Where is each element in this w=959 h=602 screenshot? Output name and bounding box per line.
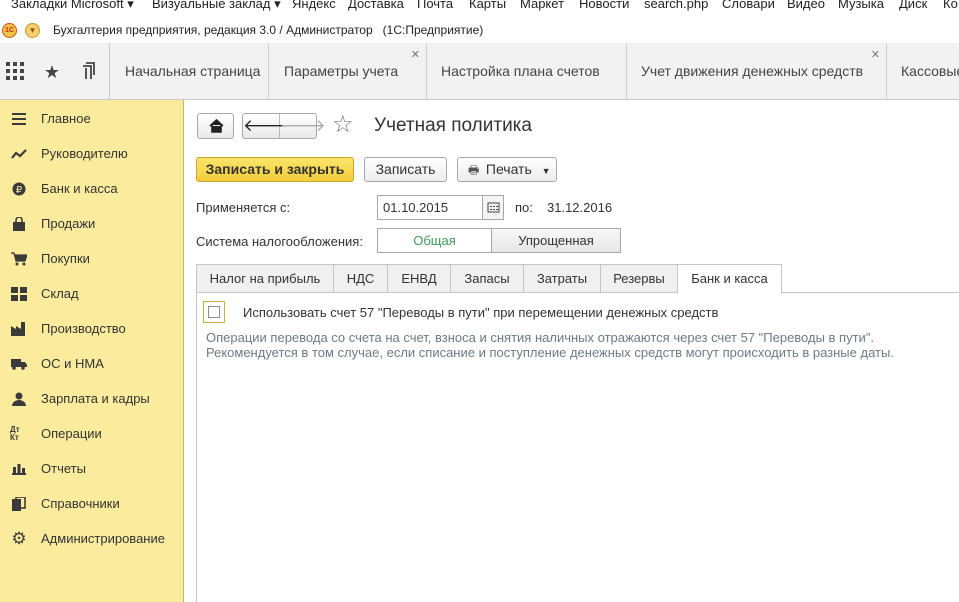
applies-from-date-field[interactable]: 01.10.2015 [377,195,483,220]
sidebar-item-bank-cash[interactable]: ₽ Банк и касса [0,171,183,206]
shopping-bag-icon [10,215,28,233]
bookmark-more[interactable]: Ко [943,0,958,11]
factory-icon [10,320,28,338]
applies-from-label: Применяется с: [196,200,291,215]
sidebar-item-fixed-assets[interactable]: ОС и НМА [0,346,183,381]
sections-sidebar: Главное Руководителю ₽ Банк и касса Прод… [0,100,184,602]
cart-icon [10,250,28,268]
back-arrow-icon[interactable]: 🡐 [243,114,289,138]
add-to-favorites-star-icon[interactable]: ☆ [332,111,354,139]
tax-system-label: Система налогообложения: [196,234,363,249]
main-menu-icon[interactable]: ▾ [25,23,40,38]
page-title: Учетная политика [374,115,532,136]
hint-text-line-2: Рекомендуется в том случае, если списани… [206,345,894,360]
bookmark-visual[interactable]: Визуальные заклад ▾ [152,0,281,12]
sidebar-item-catalogs[interactable]: Справочники [0,486,183,521]
tab-costs[interactable]: Затраты [523,264,601,293]
app-title: Бухгалтерия предприятия, редакция 3.0 / … [53,23,484,37]
bookmark-market[interactable]: Маркет [520,0,564,11]
dropdown-arrow-icon: ▾ [274,0,281,11]
save-button[interactable]: Записать [364,157,447,182]
tab-home-page[interactable]: Начальная страница [111,43,269,100]
tab-income-tax[interactable]: Налог на прибыль [196,264,334,293]
favorites-star-icon[interactable]: ★ [42,62,62,82]
calendar-button[interactable] [482,195,504,220]
sidebar-item-operations[interactable]: Дт Кт Операции [0,416,183,451]
tab-envd[interactable]: ЕНВД [387,264,451,293]
print-button[interactable]: 🖶 Печать ▼ [457,157,557,182]
sidebar-item-administration[interactable]: ⚙ Администрирование [0,521,183,556]
save-and-close-button[interactable]: Записать и закрыть [196,157,354,182]
printer-icon: 🖶 [468,163,480,177]
bookmark-video[interactable]: Видео [787,0,825,11]
history-nav: 🡐 🡒 [242,113,326,139]
warehouse-icon [10,285,28,303]
sidebar-item-warehouse[interactable]: Склад [0,276,183,311]
hint-text-line-1: Операции перевода со счета на счет, взно… [206,330,875,345]
tab-chart-of-accounts[interactable]: Настройка плана счетов [427,43,627,100]
tab-vat[interactable]: НДС [333,264,388,293]
svg-text:₽: ₽ [16,185,23,196]
sidebar-item-main[interactable]: Главное [0,101,183,136]
dropdown-arrow-icon: ▾ [127,0,134,11]
transfers-in-transit-checkbox[interactable] [203,301,225,323]
tab-inventory[interactable]: Запасы [450,264,524,293]
home-button[interactable] [197,113,234,139]
browser-bookmarks-bar: Закладки Microsoft ▾ Визуальные заклад ▾… [0,0,959,13]
truck-icon [10,355,28,373]
bookmark-maps[interactable]: Карты [469,0,506,11]
bar-chart-icon [10,460,28,478]
bookmark-search[interactable]: search.php [644,0,708,11]
history-icon[interactable] [80,62,100,82]
close-icon[interactable]: ✕ [411,50,420,61]
accounting-policy-form: 🡐 🡒 ☆ Учетная политика Записать и закрыт… [184,100,959,602]
person-icon [10,390,28,408]
sidebar-item-reports[interactable]: Отчеты [0,451,183,486]
sidebar-item-salary-hr[interactable]: Зарплата и кадры [0,381,183,416]
dropdown-arrow-icon: ▼ [541,166,551,176]
bookmark-microsoft[interactable]: Закладки Microsoft ▾ [11,0,134,12]
books-icon [10,495,28,513]
bookmark-news[interactable]: Новости [579,0,629,11]
home-icon [209,118,224,133]
menu-lines-icon [10,110,28,128]
bookmark-yandex[interactable]: Яндекс [292,0,336,11]
bookmark-delivery[interactable]: Доставка [348,0,404,11]
close-icon[interactable]: ✕ [871,50,880,61]
bookmark-disk[interactable]: Диск [899,0,927,11]
apps-grid-icon[interactable] [5,62,25,82]
sidebar-item-sales[interactable]: Продажи [0,206,183,241]
tab-cash[interactable]: Кассовые [887,43,959,100]
bookmark-music[interactable]: Музыка [838,0,884,11]
open-windows-bar: ★ Начальная страница Параметры учета ✕ На… [0,43,959,100]
transfers-in-transit-label[interactable]: Использовать счет 57 "Переводы в пути" п… [243,305,718,320]
sidebar-item-purchases[interactable]: Покупки [0,241,183,276]
tax-option-general[interactable]: Общая [377,228,492,253]
dt-kt-icon: Дт Кт [10,424,20,442]
bookmark-mail[interactable]: Почта [417,0,453,11]
bookmark-dictionaries[interactable]: Словари [722,0,775,11]
tab-bank-cash[interactable]: Банк и касса [677,264,782,294]
1c-logo-icon[interactable]: 1С [2,23,17,38]
tab-accounting-parameters[interactable]: Параметры учета ✕ [270,43,427,100]
gear-icon: ⚙ [11,528,27,548]
sidebar-item-director[interactable]: Руководителю [0,136,183,171]
ruble-coin-icon: ₽ [10,180,28,198]
to-label: по: [515,200,533,215]
calendar-icon [487,202,500,213]
trend-chart-icon [10,145,28,163]
section-icons: ★ [0,43,110,100]
forward-arrow-icon[interactable]: 🡒 [280,114,326,138]
tax-option-simplified[interactable]: Упрощенная [491,228,621,253]
app-title-bar: 1С ▾ Бухгалтерия предприятия, редакция 3… [0,19,959,43]
tab-cash-flow[interactable]: Учет движения денежных средств ✕ [627,43,887,100]
tab-reserves[interactable]: Резервы [600,264,678,293]
sidebar-item-production[interactable]: Производство [0,311,183,346]
to-date-value: 31.12.2016 [547,200,613,215]
